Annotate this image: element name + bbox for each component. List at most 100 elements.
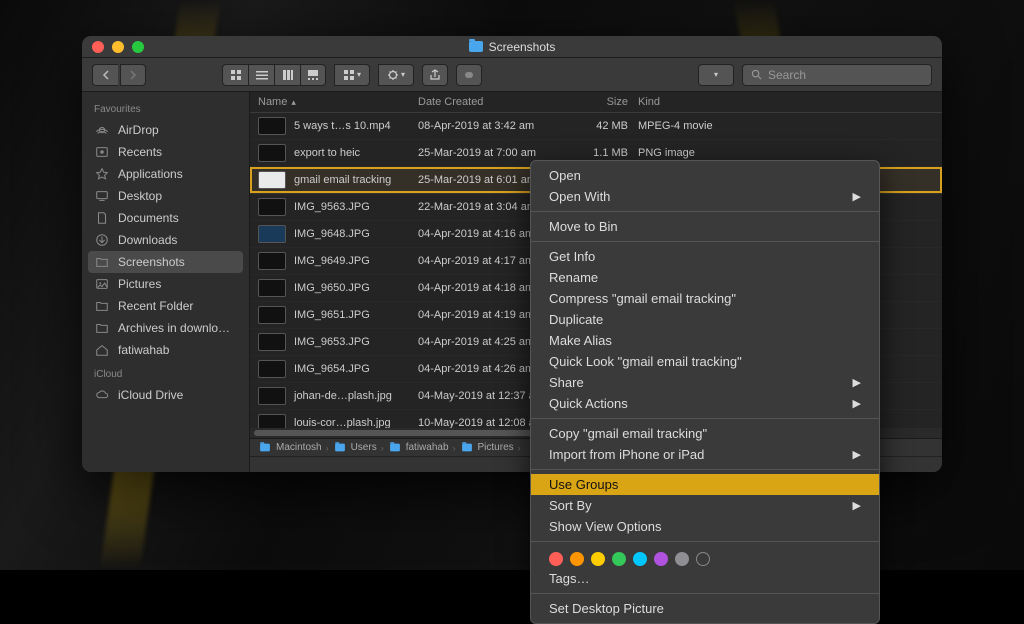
tag-color-dot[interactable] <box>612 552 626 566</box>
breadcrumb-item[interactable]: fatiwahab <box>388 442 449 453</box>
airdrop-icon <box>94 122 110 138</box>
file-date: 08-Apr-2019 at 3:42 am <box>418 120 568 132</box>
sidebar-item-icloud-drive[interactable]: iCloud Drive <box>82 384 249 406</box>
context-menu: Open Open With▶ Move to Bin Get Info Ren… <box>530 160 880 624</box>
folder-icon <box>94 320 110 336</box>
sidebar-item-label: Recent Folder <box>118 299 193 313</box>
context-copy[interactable]: Copy "gmail email tracking" <box>531 423 879 444</box>
sidebar-item-recent-folder[interactable]: Recent Folder <box>82 295 249 317</box>
column-kind[interactable]: Kind <box>638 96 748 108</box>
column-date-created[interactable]: Date Created <box>418 96 568 108</box>
file-thumbnail-icon <box>258 279 286 297</box>
file-thumbnail-icon <box>258 198 286 216</box>
context-open[interactable]: Open <box>531 165 879 186</box>
sidebar-item-archives-in-downlo-[interactable]: Archives in downlo… <box>82 317 249 339</box>
titlebar: Screenshots <box>82 36 942 58</box>
sidebar-item-pictures[interactable]: Pictures <box>82 273 249 295</box>
desktop-icon <box>94 188 110 204</box>
sidebar-item-airdrop[interactable]: AirDrop <box>82 119 249 141</box>
view-columns-button[interactable] <box>274 64 300 86</box>
action-button[interactable]: ▾ <box>378 64 414 86</box>
context-share[interactable]: Share▶ <box>531 372 879 393</box>
file-row[interactable]: 5 ways t…s 10.mp408-Apr-2019 at 3:42 am4… <box>250 113 942 140</box>
column-size[interactable]: Size <box>568 96 638 108</box>
breadcrumb-item[interactable]: Users <box>333 442 377 453</box>
context-move-to-bin[interactable]: Move to Bin <box>531 216 879 237</box>
documents-icon <box>94 210 110 226</box>
tag-color-dot[interactable] <box>549 552 563 566</box>
context-use-groups[interactable]: Use Groups <box>531 474 879 495</box>
recents-icon <box>94 144 110 160</box>
sidebar-item-downloads[interactable]: Downloads <box>82 229 249 251</box>
maximize-button[interactable] <box>132 41 144 53</box>
view-list-button[interactable] <box>248 64 274 86</box>
sidebar-item-recents[interactable]: Recents <box>82 141 249 163</box>
context-tags[interactable]: Tags… <box>531 568 879 589</box>
breadcrumb-label: Pictures <box>478 442 514 453</box>
sidebar-item-applications[interactable]: Applications <box>82 163 249 185</box>
context-sort-by[interactable]: Sort By▶ <box>531 495 879 516</box>
file-thumbnail-icon <box>258 117 286 135</box>
toolbar: ▾ ▾ ▾ Search <box>82 58 942 92</box>
tag-color-none[interactable] <box>696 552 710 566</box>
file-thumbnail-icon <box>258 306 286 324</box>
file-name: IMG_9650.JPG <box>294 282 370 294</box>
submenu-arrow-icon: ▶ <box>853 499 861 512</box>
nav-buttons <box>92 64 146 86</box>
file-kind: MPEG-4 movie <box>638 120 748 132</box>
view-mode-group <box>222 64 326 86</box>
context-open-with[interactable]: Open With▶ <box>531 186 879 207</box>
file-thumbnail-icon <box>258 225 286 243</box>
tags-button[interactable] <box>456 64 482 86</box>
tag-color-dot[interactable] <box>570 552 584 566</box>
tag-color-dot[interactable] <box>654 552 668 566</box>
sidebar-item-screenshots[interactable]: Screenshots <box>88 251 243 273</box>
sidebar-item-desktop[interactable]: Desktop <box>82 185 249 207</box>
chevron-right-icon: › <box>326 443 329 453</box>
folder-icon <box>462 444 472 452</box>
context-import[interactable]: Import from iPhone or iPad▶ <box>531 444 879 465</box>
pictures-icon <box>94 276 110 292</box>
tag-color-dot[interactable] <box>591 552 605 566</box>
file-thumbnail-icon <box>258 360 286 378</box>
forward-button[interactable] <box>120 64 146 86</box>
context-duplicate[interactable]: Duplicate <box>531 309 879 330</box>
column-name[interactable]: Name▴ <box>258 96 418 108</box>
downloads-icon <box>94 232 110 248</box>
tag-color-dot[interactable] <box>675 552 689 566</box>
chevron-right-icon: › <box>453 443 456 453</box>
search-input[interactable]: Search <box>742 64 932 86</box>
context-get-info[interactable]: Get Info <box>531 246 879 267</box>
close-button[interactable] <box>92 41 104 53</box>
minimize-button[interactable] <box>112 41 124 53</box>
folder-icon <box>94 254 110 270</box>
breadcrumb-item[interactable]: Macintosh <box>258 442 322 453</box>
context-compress[interactable]: Compress "gmail email tracking" <box>531 288 879 309</box>
icloud-icon <box>94 387 110 403</box>
file-size: 42 MB <box>568 120 638 132</box>
chevron-right-icon: › <box>381 443 384 453</box>
context-quick-look[interactable]: Quick Look "gmail email tracking" <box>531 351 879 372</box>
arrange-button[interactable]: ▾ <box>334 64 370 86</box>
context-show-view-options[interactable]: Show View Options <box>531 516 879 537</box>
view-gallery-button[interactable] <box>300 64 326 86</box>
context-quick-actions[interactable]: Quick Actions▶ <box>531 393 879 414</box>
sidebar-item-fatiwahab[interactable]: fatiwahab <box>82 339 249 361</box>
back-button[interactable] <box>92 64 118 86</box>
context-make-alias[interactable]: Make Alias <box>531 330 879 351</box>
sidebar-item-label: fatiwahab <box>118 343 169 357</box>
context-rename[interactable]: Rename <box>531 267 879 288</box>
sidebar-item-documents[interactable]: Documents <box>82 207 249 229</box>
share-button[interactable] <box>422 64 448 86</box>
sidebar-item-label: Archives in downlo… <box>118 321 230 335</box>
folder-icon <box>260 444 270 452</box>
applications-icon <box>94 166 110 182</box>
breadcrumb-label: Users <box>351 442 377 453</box>
context-set-desktop-picture[interactable]: Set Desktop Picture <box>531 598 879 619</box>
dropdown-button[interactable]: ▾ <box>698 64 734 86</box>
view-icons-button[interactable] <box>222 64 248 86</box>
breadcrumb-item[interactable]: Pictures <box>460 442 514 453</box>
tag-color-dot[interactable] <box>633 552 647 566</box>
folder-icon <box>469 41 483 52</box>
file-kind: PNG image <box>638 147 748 159</box>
